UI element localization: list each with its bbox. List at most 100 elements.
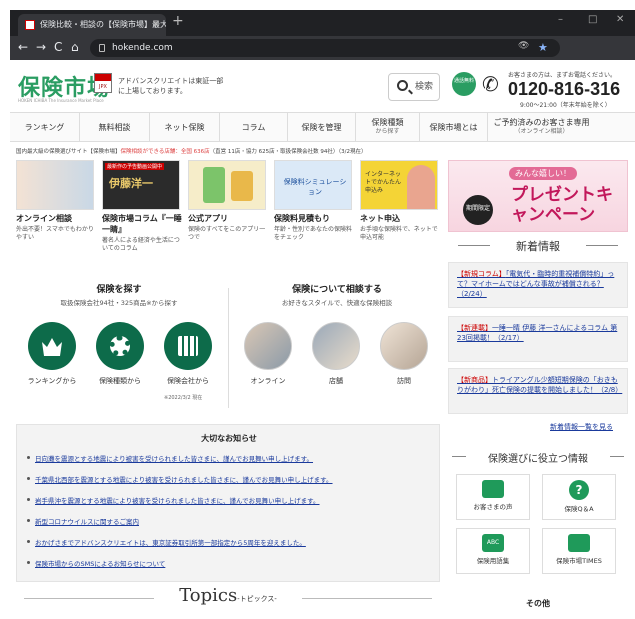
listing-text: アドバンスクリエイトは東証一部に上場しております。 xyxy=(118,77,224,95)
phone-number[interactable]: 0120-816-316 xyxy=(508,79,620,100)
url-field[interactable]: hokende.com xyxy=(90,39,560,57)
column-image: 最新作の予告動画公開中 伊藤洋一 xyxy=(102,160,180,210)
gear-icon xyxy=(110,336,130,356)
nav-net-insurance[interactable]: ネット保険 xyxy=(150,113,220,141)
card-desc: 保険のすべてをこのアプリ一つで xyxy=(188,226,266,241)
notice-link[interactable]: 岩手県沖を震源とする地震により被害を受けられました皆さまに、謹んでお見舞い申し上… xyxy=(27,495,333,516)
card-desc: お手頃な保険料で、ネットで申込可能 xyxy=(360,226,438,241)
jpx-logo: JPX xyxy=(94,73,112,93)
nav-ranking[interactable]: ランキング xyxy=(10,113,80,141)
nav-column[interactable]: コラム xyxy=(220,113,288,141)
important-notices: 大切なお知らせ 日向灘を震源とする地震により被害を受けられました皆さまに、謹んで… xyxy=(16,424,440,582)
online-label[interactable]: オンライン xyxy=(233,376,303,386)
reload-button[interactable]: C xyxy=(54,40,62,54)
browser-window: 保険比較・相談の【保険市場】最大 ✕ + – □ ✕ ← → C ⌂ hoken… xyxy=(10,10,635,619)
free-call-badge: 通話無料 xyxy=(452,72,476,96)
present-campaign-banner[interactable]: みんな嬉しい！ 期間限定 プレゼントキャンペーン xyxy=(448,160,628,232)
times-tile[interactable]: 保険市場TIMES xyxy=(542,528,616,574)
window-close-button[interactable]: ✕ xyxy=(616,14,624,25)
nav-by-type[interactable]: 保険種類 から探す xyxy=(356,113,420,141)
bookmark-star-icon[interactable]: ★ xyxy=(538,41,548,54)
company-label[interactable]: 保険会社から xyxy=(153,376,223,386)
type-label[interactable]: 保険種類から xyxy=(85,376,155,386)
useful-info-heading: 保険選びに役立つ情報 xyxy=(448,450,628,465)
app-image xyxy=(188,160,266,210)
card-title: 公式アプリ xyxy=(188,214,228,223)
eye-icon[interactable]: 👁 xyxy=(518,41,529,51)
company-circle-button[interactable] xyxy=(164,322,212,370)
nav-free-consult[interactable]: 無料相談 xyxy=(80,113,150,141)
card-title: オンライン相談 xyxy=(16,214,72,223)
minimize-button[interactable]: – xyxy=(558,14,563,25)
global-nav: ランキング 無料相談 ネット保険 コラム 保険を管理 保険種類 から探す 保険市場… xyxy=(10,112,635,142)
find-title: 保険を探す xyxy=(96,285,142,295)
section-divider xyxy=(228,288,229,408)
building-icon xyxy=(178,336,198,356)
store-label[interactable]: 店舗 xyxy=(301,376,371,386)
forward-button[interactable]: → xyxy=(36,40,46,54)
count-note: ※2022/3/2 現在 xyxy=(164,395,203,401)
news-item[interactable]: 【新連載】一睡一睛 伊藤 洋一さんによるコラム 第23回掲載！（2/17） xyxy=(448,316,628,362)
notice-link[interactable]: おかげさまでアドバンスクリエイトは、東京証券取引所第一部指定から5周年を迎えまし… xyxy=(27,537,333,558)
home-button[interactable]: ⌂ xyxy=(71,40,79,54)
limited-badge: 期間限定 xyxy=(463,195,493,225)
glossary-tile[interactable]: ABC 保険用語集 xyxy=(456,528,530,574)
notice-link[interactable]: 千葉県北西部を震源とする地震により被害を受けられました皆さまに、謹んでお見舞い申… xyxy=(27,474,333,495)
card-online-consult[interactable]: オンライン相談 外出不要！スマホでもわかりやすい xyxy=(16,160,96,242)
consult-section: 保険について相談する お好きなスタイルで、快適な保険相談 xyxy=(234,282,440,307)
favicon-icon xyxy=(25,20,35,30)
notice-link[interactable]: 日向灘を震源とする地震により被害を受けられました皆さまに、謹んでお見舞い申し上げ… xyxy=(27,453,333,474)
estimate-image: 保険料シミュレーション xyxy=(274,160,352,210)
find-section: 保険を探す 取扱保険会社94社・325商品※から探す xyxy=(16,282,222,307)
tab-bar: 保険比較・相談の【保険市場】最大 ✕ + – □ ✕ xyxy=(10,10,635,36)
type-circle-button[interactable] xyxy=(96,322,144,370)
browser-tab[interactable]: 保険比較・相談の【保険市場】最大 ✕ xyxy=(18,14,166,36)
online-consult-photo[interactable] xyxy=(244,322,292,370)
card-desc: 外出不要！スマホでもわかりやすい xyxy=(16,226,94,241)
store-count-notice: 国内最大級の保険選びサイト【保険市場】保険相談ができる店舗：全国 636店（直営… xyxy=(16,149,367,155)
notice-link[interactable]: 新型コロナウイルスに関するご案内 xyxy=(27,516,333,537)
news-item[interactable]: 【新規コラム】「電気代・臨時的重視補償特約」って？マイホームではどんな事故が補償… xyxy=(448,262,628,308)
nav-manage[interactable]: 保険を管理 xyxy=(288,113,356,141)
notice-link[interactable]: 保険市場からのSMSによるお知らせについて xyxy=(27,558,333,579)
book-icon: ABC xyxy=(482,534,504,552)
customer-voice-tile[interactable]: お客さまの声 xyxy=(456,474,530,520)
card-title: 保険料見積もり xyxy=(274,214,330,223)
tab-close-icon[interactable]: ✕ xyxy=(152,14,160,36)
visit-photo[interactable] xyxy=(380,322,428,370)
question-icon: ? xyxy=(569,480,589,500)
nav-about[interactable]: 保険市場とは xyxy=(420,113,488,141)
card-estimate[interactable]: 保険料シミュレーション 保険料見積もり 年齢・性別であなたの保険料をチェック xyxy=(274,160,354,242)
address-bar: ← → C ⌂ hokende.com 👁 ★ xyxy=(10,36,635,60)
nav-reserved-customers[interactable]: ご予約済みのお客さま専用 （オンライン相談） xyxy=(488,113,595,141)
card-net-apply[interactable]: インターネットでかんたん申込み ネット申込 お手頃な保険料で、ネットで申込可能 xyxy=(360,160,440,242)
phone-icon: ✆ xyxy=(482,72,499,96)
card-title: 保険市場コラム『一睡一睛』 xyxy=(102,214,182,234)
logo-subtitle: HOKEN ICHIBA The Insurance Market Place xyxy=(18,98,104,103)
back-button[interactable]: ← xyxy=(18,40,28,54)
other-heading: その他 xyxy=(526,599,550,608)
url-text: hokende.com xyxy=(112,43,173,53)
card-app[interactable]: 公式アプリ 保険のすべてをこのアプリ一つで xyxy=(188,160,268,242)
visit-label[interactable]: 訪問 xyxy=(369,376,439,386)
ranking-label[interactable]: ランキングから xyxy=(17,376,87,386)
tab-title: 保険比較・相談の【保険市場】最大 xyxy=(40,20,166,29)
ranking-circle-button[interactable] xyxy=(28,322,76,370)
topics-heading: Topics-トピックス- xyxy=(16,585,440,606)
maximize-button[interactable]: □ xyxy=(588,14,597,25)
news-heading: 新着情報 xyxy=(448,238,628,254)
search-button[interactable]: 検索 xyxy=(388,73,440,101)
news-more-link[interactable]: 新着情報一覧を見る xyxy=(550,422,613,432)
search-label: 検索 xyxy=(415,82,434,92)
card-desc: 年齢・性別であなたの保険料をチェック xyxy=(274,226,352,241)
business-hours: 9:00〜21:00（年末年始を除く） xyxy=(520,102,611,109)
crown-icon xyxy=(42,338,62,356)
card-desc: 著名人による経済や生活についてのコラム xyxy=(102,237,180,252)
qa-tile[interactable]: ? 保険Q＆A xyxy=(542,474,616,520)
card-column[interactable]: 最新作の予告動画公開中 伊藤洋一 保険市場コラム『一睡一睛』 著名人による経済や… xyxy=(102,160,182,253)
store-photo[interactable] xyxy=(312,322,360,370)
consult-subtitle: お好きなスタイルで、快適な保険相談 xyxy=(281,299,393,307)
news-item[interactable]: 【新商品】トライアングル少額短期保険の「おきもりがわり」死亡保険の提載を開始しま… xyxy=(448,368,628,414)
new-tab-button[interactable]: + xyxy=(172,13,184,29)
search-icon xyxy=(397,80,408,91)
